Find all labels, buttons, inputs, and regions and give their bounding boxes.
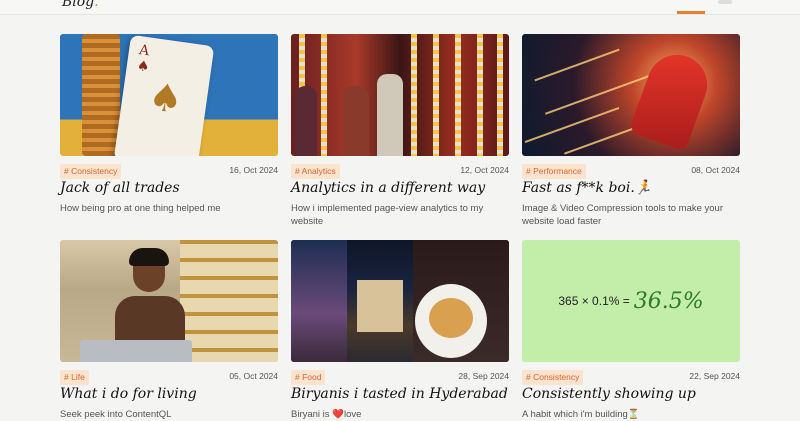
person-image (295, 86, 317, 156)
poker-chips-image (82, 34, 120, 156)
post-title[interactable]: Consistently showing up (522, 386, 740, 402)
post-title[interactable]: Analytics in a different way (291, 180, 509, 196)
post-card[interactable]: # Analytics 12, Oct 2024 Analytics in a … (291, 34, 509, 227)
post-thumbnail-hyderabad[interactable] (291, 240, 509, 362)
post-description: How being pro at one thing helped me (60, 203, 221, 214)
person-image (343, 86, 369, 156)
speedster-image (628, 46, 716, 152)
post-card[interactable]: # Performance 08, Oct 2024 Fast as f**k … (522, 34, 740, 227)
ace-of-spades-image: A ♠ ♠ (113, 34, 215, 156)
post-date: 16, Oct 2024 (229, 165, 278, 175)
laptop-image (80, 340, 192, 362)
nav-active-indicator[interactable] (677, 11, 705, 14)
post-thumbnail-speedster[interactable] (522, 34, 740, 156)
formula-expression: 365 × 0.1% = (558, 294, 630, 308)
post-title[interactable]: Fast as f**k boi.🏃 (522, 180, 740, 196)
post-thumbnail-formula[interactable]: 365 × 0.1% = 36.5% (522, 240, 740, 362)
post-thumbnail-doorway[interactable] (291, 34, 509, 156)
nav-item[interactable] (718, 0, 732, 4)
shelf-image (180, 240, 278, 362)
post-tag[interactable]: # Performance (522, 164, 586, 179)
post-card[interactable]: A ♠ ♠ # Consistency 16, Oct 2024 Jack of … (60, 34, 278, 214)
post-description: A habit which i'm building⏳ (522, 409, 640, 420)
post-description: Biryani is ❤️love (291, 409, 362, 420)
formula-result: 36.5% (633, 288, 704, 314)
post-description: Seek peek into ContentQL (60, 409, 172, 420)
post-date: 08, Oct 2024 (691, 165, 740, 175)
post-card[interactable]: # Food 28, Sep 2024 Biryanis i tasted in… (291, 240, 509, 420)
post-tag[interactable]: # Food (291, 370, 326, 385)
street-image (291, 240, 347, 362)
post-title[interactable]: Jack of all trades (60, 180, 278, 196)
post-card[interactable]: 365 × 0.1% = 36.5% # Consistency 22, Sep… (522, 240, 740, 420)
post-title[interactable]: What i do for living (60, 386, 278, 402)
post-description: Image & Video Compression tools to make … (522, 203, 724, 227)
post-date: 28, Sep 2024 (458, 371, 509, 381)
post-title[interactable]: Biryanis i tasted in Hyderabad (291, 386, 509, 402)
post-thumbnail-playing-card[interactable]: A ♠ ♠ (60, 34, 278, 156)
post-date: 12, Oct 2024 (460, 165, 509, 175)
post-description: How i implemented page-view analytics to… (291, 203, 484, 227)
logo-text: Blog (62, 0, 95, 10)
post-tag[interactable]: # Consistency (60, 164, 122, 179)
post-card[interactable]: # Life 05, Oct 2024 What i do for living… (60, 240, 278, 420)
post-tag[interactable]: # Consistency (522, 370, 584, 385)
post-thumbnail-man-laptop[interactable] (60, 240, 278, 362)
post-date: 05, Oct 2024 (229, 371, 278, 381)
site-logo[interactable]: Blog. (62, 0, 99, 10)
child-image (377, 74, 403, 156)
post-tag[interactable]: # Analytics (291, 164, 340, 179)
top-navbar: Blog. (0, 0, 800, 15)
post-tag[interactable]: # Life (60, 370, 89, 385)
logo-dot: . (94, 0, 99, 10)
post-date: 22, Sep 2024 (689, 371, 740, 381)
